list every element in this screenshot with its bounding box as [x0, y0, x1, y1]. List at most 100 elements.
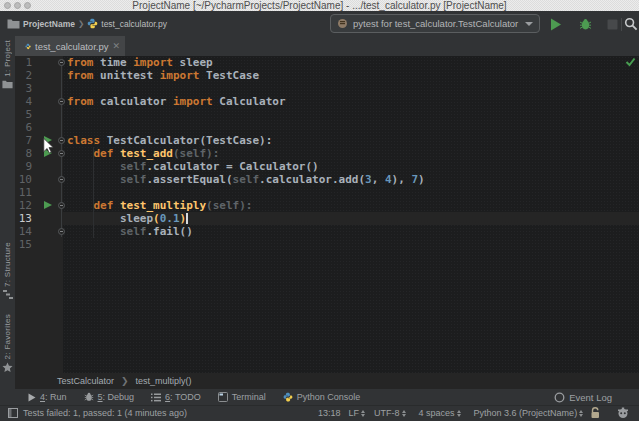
mouse-cursor — [43, 138, 54, 154]
code-line-5 — [63, 108, 639, 121]
updown-icon — [361, 410, 365, 417]
stripe-button-favorites[interactable]: 2: Favorites — [0, 314, 15, 373]
code-line-6 — [63, 121, 639, 134]
tool-window-bar: 4: Run 5: Debug 6: TODO Terminal — [0, 389, 639, 405]
debug-button[interactable] — [578, 17, 592, 31]
code-line-1: from time import sleep — [63, 56, 639, 69]
line-number-13: 13 — [15, 212, 32, 225]
code-line-15 — [63, 238, 639, 251]
breadcrumb-method[interactable]: test_multiply() — [136, 376, 192, 386]
traffic-lights[interactable] — [4, 2, 31, 9]
python-file-icon — [25, 41, 31, 52]
status-indent[interactable]: 4 spaces — [419, 408, 455, 418]
stop-button[interactable] — [605, 17, 619, 31]
close-window-icon — [4, 2, 11, 9]
run-configuration-value: pytest for test_calculator.TestCalculato… — [353, 18, 520, 29]
line-number-7: 7 — [15, 134, 32, 147]
stop-icon — [607, 19, 618, 30]
line-number-4: 4 — [15, 95, 32, 108]
folder-icon — [7, 18, 20, 29]
tab-label: test_calculator.py — [35, 41, 108, 52]
editor-tab-bar: test_calculator.py ✕ — [15, 36, 639, 56]
zoom-window-icon — [24, 2, 31, 9]
toolwindow-switcher-icon[interactable] — [8, 408, 18, 418]
event-log-icon — [554, 392, 565, 403]
run-button[interactable] — [549, 17, 563, 31]
debug-toolwindow-icon — [84, 392, 94, 402]
toolwindow-todo[interactable]: 6: TODO — [151, 392, 201, 402]
code-line-7: class TestCalculator(TestCase): — [63, 134, 639, 147]
code-line-8: def test_add(self): — [63, 147, 639, 160]
search-everywhere-button[interactable] — [624, 17, 638, 31]
line-number-10: 10 — [15, 173, 32, 186]
code-line-3 — [63, 82, 639, 95]
fold-marker-line-4[interactable] — [58, 98, 65, 105]
updown-icon — [579, 410, 583, 417]
run-test-icon-line-12[interactable] — [44, 201, 52, 209]
line-number-6: 6 — [15, 121, 32, 134]
title-bar: ProjectName [~/PycharmProjects/ProjectNa… — [0, 0, 639, 11]
line-number-5: 5 — [15, 108, 32, 121]
tab-test-calculator[interactable]: test_calculator.py ✕ — [15, 36, 125, 56]
stripe-button-project[interactable]: 1: Project — [0, 40, 15, 89]
bug-icon — [579, 18, 592, 31]
project-folder-icon — [2, 80, 13, 89]
status-bar: Tests failed: 1, passed: 1 (4 minutes ag… — [0, 405, 639, 421]
editor[interactable]: from time import sleepfrom unittest impo… — [15, 56, 639, 373]
line-number-15: 15 — [15, 238, 32, 251]
lock-icon[interactable] — [590, 407, 601, 419]
run-configuration-select[interactable]: pytest for test_calculator.TestCalculato… — [330, 14, 540, 33]
pycharm-window: ProjectName [~/PycharmProjects/ProjectNa… — [0, 0, 639, 421]
code-line-11 — [63, 186, 639, 199]
inspections-ok-icon — [625, 57, 636, 67]
code-line-12: def test_multiply(self): — [63, 199, 639, 212]
updown-icon — [457, 410, 461, 417]
code-line-2: from unittest import TestCase — [63, 69, 639, 82]
todo-icon — [151, 393, 161, 402]
updown-icon — [402, 410, 406, 417]
toolwindow-run[interactable]: 4: Run — [28, 392, 67, 402]
line-number-1: 1 — [15, 56, 32, 69]
terminal-icon — [218, 392, 228, 402]
breadcrumb-bar: TestCalculator ❯ test_multiply() — [15, 373, 639, 389]
fold-marker-line-14[interactable] — [58, 228, 65, 235]
code-line-13: sleep(0.1) — [63, 212, 639, 225]
structure-icon — [3, 290, 13, 299]
event-log-label: Event Log — [569, 392, 612, 403]
left-tool-stripe: 1: Project 7: Structure 2: Favorites — [0, 36, 15, 389]
fold-marker-line-1[interactable] — [58, 59, 65, 66]
fold-marker-line-10[interactable] — [58, 176, 65, 183]
toolwindow-debug[interactable]: 5: Debug — [84, 392, 135, 402]
fold-marker-line-7[interactable] — [58, 137, 65, 144]
breadcrumb-file[interactable]: test_calculator.py — [101, 19, 167, 29]
python-file-icon — [87, 18, 98, 29]
line-number-3: 3 — [15, 82, 32, 95]
text-caret — [186, 213, 188, 224]
line-number-11: 11 — [15, 186, 32, 199]
chevron-down-icon — [525, 22, 533, 26]
breadcrumb-class[interactable]: TestCalculator — [57, 376, 114, 386]
fold-marker-line-8[interactable] — [58, 150, 65, 157]
line-number-9: 9 — [15, 160, 32, 173]
code-line-9: self.calculator = Calculator() — [63, 160, 639, 173]
python-console-icon — [283, 392, 293, 402]
fold-marker-line-12[interactable] — [58, 202, 65, 209]
event-log-button[interactable]: Event Log — [554, 389, 612, 405]
run-toolwindow-icon — [28, 393, 36, 402]
toolwindow-terminal[interactable]: Terminal — [218, 392, 266, 402]
inspection-profile-icon[interactable] — [617, 407, 629, 419]
status-line-separator[interactable]: LF — [349, 408, 360, 418]
status-interpreter[interactable]: Python 3.6 (ProjectName) — [474, 408, 578, 418]
code-line-14: self.fail() — [63, 225, 639, 238]
toolwindow-python-console[interactable]: Python Console — [283, 392, 361, 402]
close-tab-icon[interactable]: ✕ — [112, 42, 120, 51]
line-number-2: 2 — [15, 69, 32, 82]
toolbar-separator — [621, 18, 622, 31]
stripe-button-structure[interactable]: 7: Structure — [0, 242, 15, 299]
status-encoding[interactable]: UTF-8 — [374, 408, 400, 418]
status-message[interactable]: Tests failed: 1, passed: 1 (4 minutes ag… — [23, 408, 187, 418]
chevron-right-icon: ❯ — [121, 376, 129, 386]
navigation-bar: ProjectName ❯ test_calculator.py pytest … — [0, 11, 639, 36]
play-icon — [550, 18, 562, 31]
breadcrumb-project[interactable]: ProjectName — [23, 19, 75, 29]
